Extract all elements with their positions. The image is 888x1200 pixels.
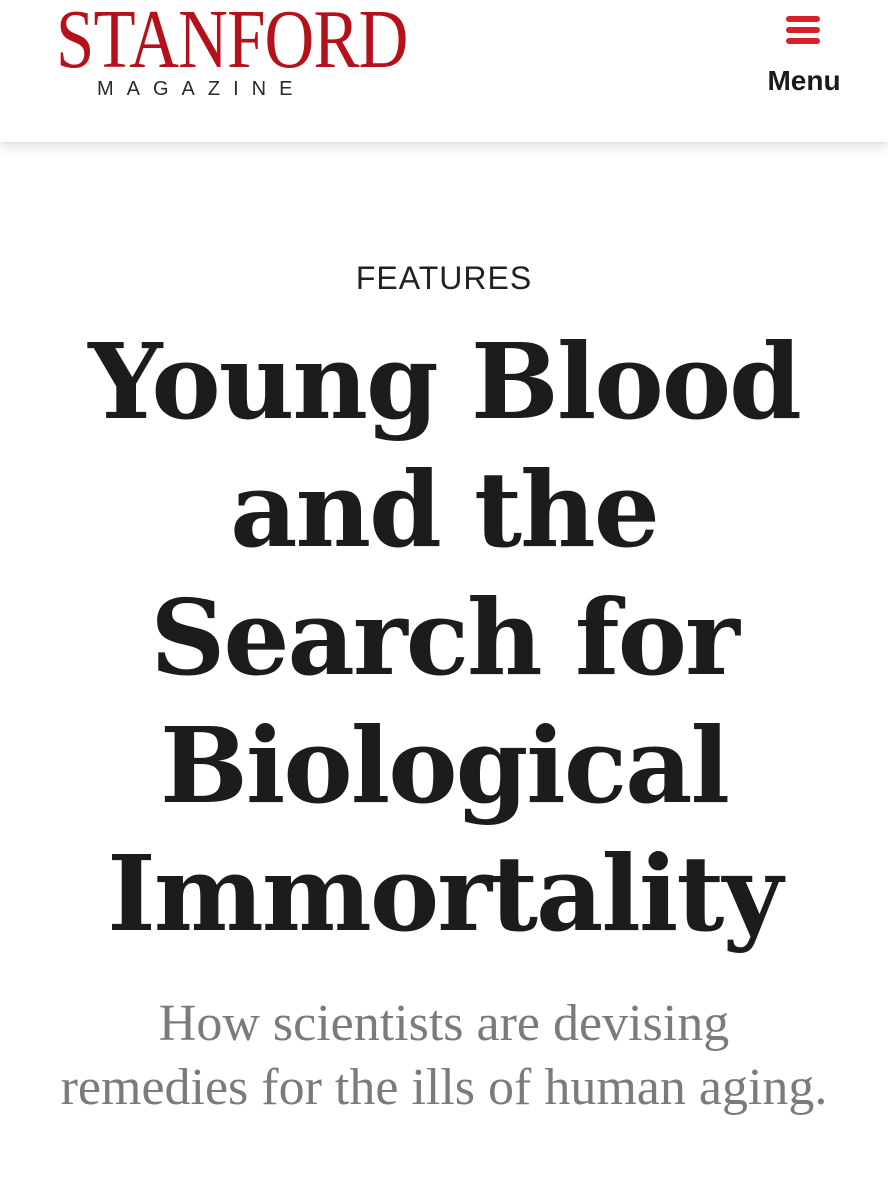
hamburger-icon xyxy=(786,16,820,44)
category-link[interactable]: FEATURES xyxy=(0,258,888,298)
site-header: STANFORD MAGAZINE Menu xyxy=(0,0,888,142)
logo-subtitle: MAGAZINE xyxy=(97,78,306,100)
stanford-magazine-logo[interactable]: STANFORD MAGAZINE xyxy=(56,0,408,110)
logo-wordmark: STANFORD xyxy=(56,0,408,86)
article-title: Young Blood and the Search for Biologica… xyxy=(88,320,802,955)
menu-label: Menu xyxy=(767,65,841,96)
article-dek: How scientists are devising remedies for… xyxy=(60,995,828,1116)
article-header: FEATURES Young Blood and the Search for … xyxy=(0,142,888,1200)
menu-button[interactable]: Menu xyxy=(750,10,858,110)
